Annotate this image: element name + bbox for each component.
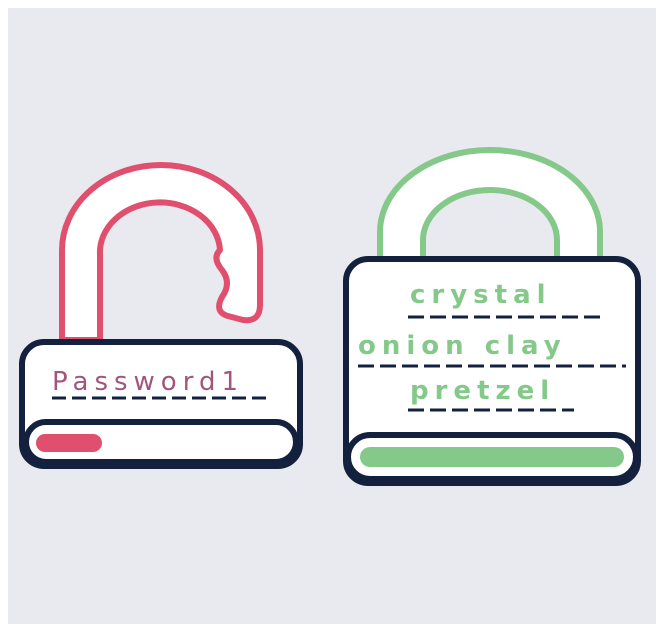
strong-shackle: [377, 147, 603, 265]
passphrase-word-1: crystal: [410, 280, 552, 310]
weak-strength-bar: [36, 434, 102, 452]
strong-strength-bar: [360, 447, 624, 467]
passphrase-word-3: pretzel: [410, 376, 555, 406]
weak-padlock: Password1: [19, 162, 303, 469]
illustration: Password1 crystal onion clay pretzel: [19, 147, 641, 486]
weak-password-text: Password1: [52, 367, 244, 397]
passphrase-word-2: onion clay: [358, 331, 567, 361]
strong-padlock: crystal onion clay pretzel: [343, 147, 641, 486]
weak-shackle: [59, 162, 263, 343]
